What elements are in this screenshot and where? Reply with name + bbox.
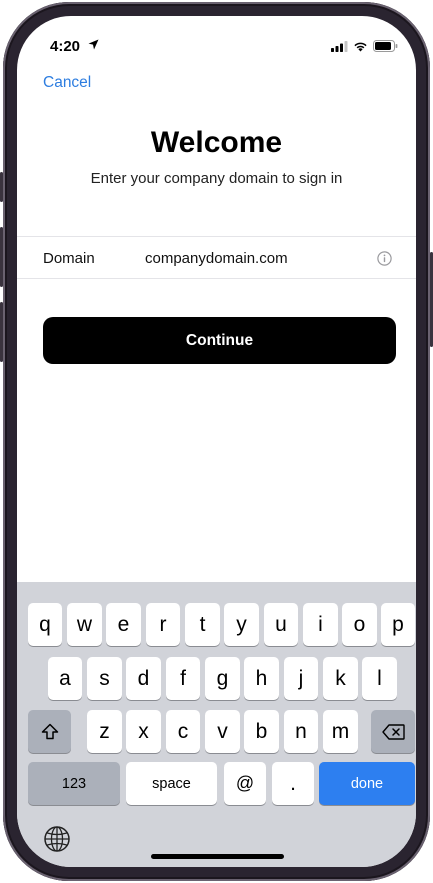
key-v[interactable]: v [205,710,240,753]
on-screen-keyboard: q w e r t y u i o p a s d f g h j k l z … [17,582,416,867]
divider-bottom [17,278,416,279]
key-y[interactable]: y [224,603,259,646]
location-arrow-icon [88,39,99,50]
key-e[interactable]: e [106,603,141,646]
key-j[interactable]: j [284,657,318,700]
key-s[interactable]: s [87,657,122,700]
dot-key[interactable]: . [272,762,314,805]
key-x[interactable]: x [126,710,161,753]
key-n[interactable]: n [284,710,318,753]
divider-top [17,236,416,237]
keyboard-row-4: 123 space @ . done [17,762,416,805]
numbers-key[interactable]: 123 [28,762,120,805]
cancel-button[interactable]: Cancel [43,74,91,92]
page-title: Welcome [150,126,283,159]
shift-key[interactable] [28,710,71,753]
key-g[interactable]: g [205,657,240,700]
keyboard-row-2: a s d f g h j k l [17,657,416,700]
home-indicator[interactable] [151,854,284,859]
space-key[interactable]: space [126,762,217,805]
status-icons [331,40,398,52]
key-u[interactable]: u [264,603,298,646]
continue-button[interactable]: Continue [43,317,396,364]
key-r[interactable]: r [146,603,180,646]
keyboard-row-1: q w e r t y u i o p [17,603,416,646]
backspace-key[interactable] [371,710,415,753]
backspace-icon [381,723,405,740]
key-d[interactable]: d [126,657,161,700]
key-c[interactable]: c [166,710,200,753]
domain-label: Domain [43,250,95,267]
volume-down-button [0,302,3,362]
status-bar: 4:20 [17,16,416,70]
key-z[interactable]: z [87,710,122,753]
status-time: 4:20 [50,38,81,55]
phone-frame: 4:20 Cancel Welcome Enter your company d… [0,2,433,881]
domain-input[interactable] [145,245,365,271]
key-w[interactable]: w [67,603,102,646]
key-m[interactable]: m [323,710,358,753]
key-k[interactable]: k [323,657,358,700]
globe-icon[interactable] [43,825,71,853]
info-circle-icon[interactable] [377,251,392,266]
key-b[interactable]: b [244,710,279,753]
wifi-icon [354,42,367,51]
key-q[interactable]: q [28,603,62,646]
cellular-signal-icon [331,40,348,52]
key-p[interactable]: p [381,603,415,646]
key-f[interactable]: f [166,657,200,700]
key-t[interactable]: t [185,603,220,646]
done-key[interactable]: done [319,762,415,805]
at-key[interactable]: @ [224,762,266,805]
key-i[interactable]: i [303,603,338,646]
keyboard-row-3: z x c v b n m [17,710,416,753]
screen: 4:20 Cancel Welcome Enter your company d… [17,16,416,867]
page-subtitle: Enter your company domain to sign in [90,170,343,187]
shift-icon [41,723,58,740]
volume-up-button [0,227,3,287]
key-a[interactable]: a [48,657,82,700]
key-l[interactable]: l [362,657,397,700]
key-h[interactable]: h [244,657,279,700]
battery-icon [373,40,398,52]
key-o[interactable]: o [342,603,377,646]
mute-switch [0,172,3,202]
